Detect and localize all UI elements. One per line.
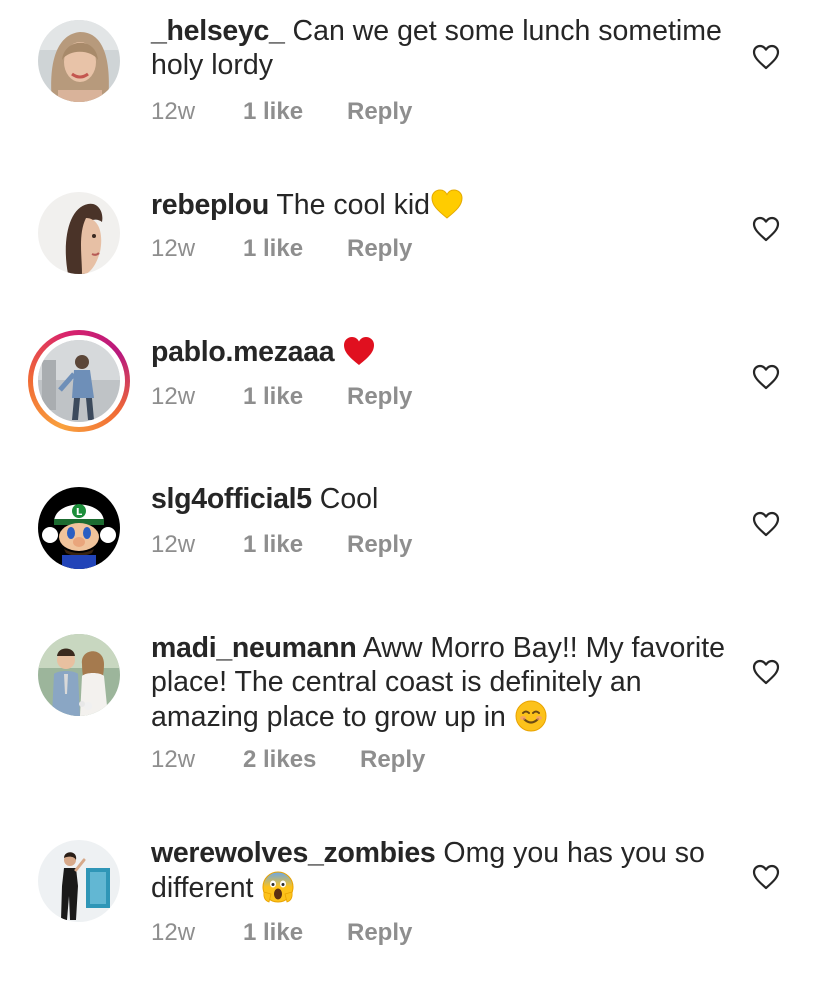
comment-username[interactable]: slg4official5: [151, 483, 312, 515]
avatar-image: [38, 192, 120, 274]
comment-text: werewolves_zombies Omg you has you so di…: [151, 836, 731, 905]
avatar-image: [38, 840, 120, 922]
comment-time: 12w: [151, 531, 196, 558]
comment-text: _helseyc_ Can we get some lunch sometime…: [151, 14, 731, 82]
comment-message: Cool: [319, 483, 379, 515]
comment-likes[interactable]: 1 like: [243, 382, 303, 412]
svg-text:L: L: [76, 507, 83, 518]
story-ring-avatar[interactable]: [28, 330, 130, 432]
avatar[interactable]: [38, 634, 120, 716]
comment-body: pablo.mezaaa 12w 1 like Reply: [151, 334, 731, 410]
like-heart-icon[interactable]: [752, 511, 780, 537]
comment-likes[interactable]: 1 like: [243, 530, 303, 560]
reply-button[interactable]: Reply: [360, 745, 425, 775]
reply-button[interactable]: Reply: [347, 97, 412, 127]
avatar-image: [38, 20, 120, 102]
yellow-heart-emoji: [430, 187, 464, 221]
reply-button[interactable]: Reply: [347, 382, 412, 412]
comment-text: pablo.mezaaa: [151, 334, 731, 369]
comment-username[interactable]: werewolves_zombies: [151, 837, 436, 869]
comment-text: madi_neumann Aww Morro Bay!! My favorite…: [151, 631, 731, 734]
avatar[interactable]: [38, 20, 120, 102]
like-heart-icon[interactable]: [752, 44, 780, 70]
comment-time: 12w: [151, 746, 196, 773]
comment-username[interactable]: madi_neumann: [151, 632, 357, 664]
comment-username[interactable]: pablo.mezaaa: [151, 336, 335, 368]
reply-button[interactable]: Reply: [347, 918, 412, 948]
comment-time: 12w: [151, 235, 196, 262]
comment-body: madi_neumann Aww Morro Bay!! My favorite…: [151, 631, 731, 773]
comment-text: slg4official5 Cool: [151, 482, 731, 516]
red-heart-emoji: [342, 334, 376, 368]
comment-text: rebeplou The cool kid: [151, 187, 731, 222]
avatar[interactable]: [38, 840, 120, 922]
comment-time: 12w: [151, 383, 196, 410]
reply-button[interactable]: Reply: [347, 234, 412, 264]
avatar-image: [38, 340, 120, 422]
comment-message: The cool kid: [276, 189, 431, 221]
like-heart-icon[interactable]: [752, 659, 780, 685]
comment-body: slg4official5 Cool 12w 1 like Reply: [151, 482, 731, 558]
like-heart-icon[interactable]: [752, 216, 780, 242]
avatar-image: [38, 634, 120, 716]
comment-likes[interactable]: 1 like: [243, 234, 303, 264]
comment-time: 12w: [151, 919, 196, 946]
comment-body: _helseyc_ Can we get some lunch sometime…: [151, 14, 731, 125]
comment-likes[interactable]: 2 likes: [243, 745, 316, 775]
like-heart-icon[interactable]: [752, 864, 780, 890]
comment-time: 12w: [151, 98, 196, 125]
smiling-face-emoji: [514, 699, 548, 733]
reply-button[interactable]: Reply: [347, 530, 412, 560]
comment-likes[interactable]: 1 like: [243, 97, 303, 127]
comment-username[interactable]: _helseyc_: [151, 15, 285, 47]
screaming-face-emoji: [261, 870, 295, 904]
avatar-image: L: [38, 487, 120, 569]
comment-body: rebeplou The cool kid 12w 1 like Reply: [151, 187, 731, 262]
comment-body: werewolves_zombies Omg you has you so di…: [151, 836, 731, 946]
avatar[interactable]: [38, 192, 120, 274]
comment-username[interactable]: rebeplou: [151, 189, 269, 221]
like-heart-icon[interactable]: [752, 364, 780, 390]
avatar[interactable]: L: [38, 487, 120, 569]
comment-likes[interactable]: 1 like: [243, 918, 303, 948]
